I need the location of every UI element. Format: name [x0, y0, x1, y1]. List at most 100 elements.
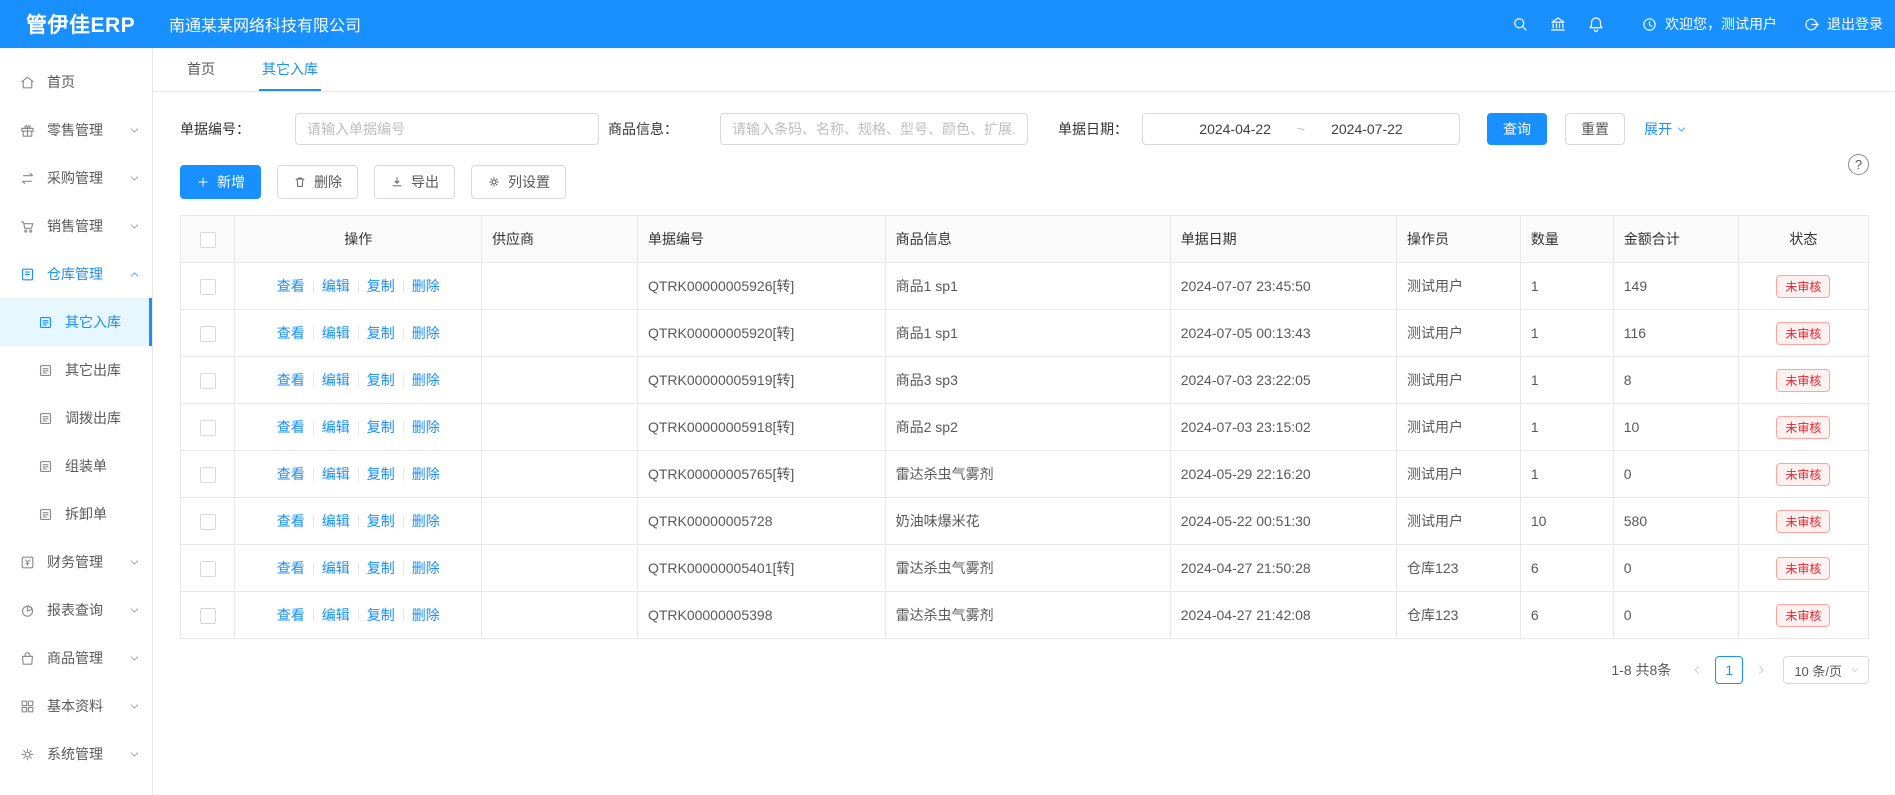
- row-checkbox[interactable]: [200, 279, 216, 295]
- expand-label: 展开: [1644, 119, 1672, 139]
- action-delete-link[interactable]: 删除: [412, 560, 440, 576]
- sidebar-item-label: 采购管理: [47, 168, 103, 188]
- chevron-down-icon: [129, 749, 140, 760]
- date-range-picker[interactable]: 2024-04-22 ~ 2024-07-22: [1142, 113, 1460, 145]
- action-edit-link[interactable]: 编辑: [322, 419, 350, 435]
- logout-button[interactable]: 退出登录: [1803, 14, 1883, 34]
- select-all-checkbox[interactable]: [200, 232, 216, 248]
- action-view-link[interactable]: 查看: [277, 278, 305, 294]
- action-edit-link[interactable]: 编辑: [322, 372, 350, 388]
- action-view-link[interactable]: 查看: [277, 607, 305, 623]
- cell-amount: 0: [1613, 451, 1738, 498]
- delete-button[interactable]: 删除: [277, 165, 358, 199]
- cell-product: 奶油味爆米花: [885, 498, 1170, 545]
- sidebar-item-transfer-out[interactable]: 调拨出库: [0, 394, 152, 442]
- sidebar-item-finance[interactable]: 财务管理: [0, 538, 152, 586]
- action-delete-link[interactable]: 删除: [412, 372, 440, 388]
- sidebar-item-purchase[interactable]: 采购管理: [0, 154, 152, 202]
- action-copy-link[interactable]: 复制: [367, 278, 395, 294]
- action-delete-link[interactable]: 删除: [412, 325, 440, 341]
- action-edit-link[interactable]: 编辑: [322, 466, 350, 482]
- column-header: 操作员: [1397, 216, 1521, 263]
- cell-supplier: [482, 404, 638, 451]
- action-view-link[interactable]: 查看: [277, 325, 305, 341]
- add-button[interactable]: 新增: [180, 165, 261, 199]
- action-separator: [313, 280, 314, 293]
- action-copy-link[interactable]: 复制: [367, 513, 395, 529]
- action-delete-link[interactable]: 删除: [412, 466, 440, 482]
- action-view-link[interactable]: 查看: [277, 513, 305, 529]
- platform-icon[interactable]: [1539, 15, 1577, 33]
- expand-link[interactable]: 展开: [1644, 119, 1687, 139]
- action-edit-link[interactable]: 编辑: [322, 513, 350, 529]
- action-edit-link[interactable]: 编辑: [322, 560, 350, 576]
- bill-no-input[interactable]: [295, 113, 599, 145]
- column-settings-button[interactable]: 列设置: [471, 165, 566, 199]
- tab-home[interactable]: 首页: [184, 48, 218, 91]
- sidebar-item-products[interactable]: 商品管理: [0, 634, 152, 682]
- cell-qty: 6: [1520, 592, 1613, 639]
- action-view-link[interactable]: 查看: [277, 372, 305, 388]
- row-checkbox[interactable]: [200, 326, 216, 342]
- row-checkbox[interactable]: [200, 420, 216, 436]
- action-edit-link[interactable]: 编辑: [322, 278, 350, 294]
- welcome-text: 欢迎您，测试用户: [1665, 14, 1777, 34]
- export-button-label: 导出: [411, 172, 439, 192]
- page-size-select[interactable]: 10 条/页: [1783, 656, 1869, 684]
- search-icon[interactable]: [1501, 15, 1539, 33]
- action-copy-link[interactable]: 复制: [367, 560, 395, 576]
- sidebar-item-other-outbound[interactable]: 其它出库: [0, 346, 152, 394]
- action-separator: [313, 421, 314, 434]
- table-header-row: 操作供应商单据编号商品信息单据日期操作员数量金额合计状态: [181, 216, 1869, 263]
- tab-other-inbound[interactable]: 其它入库: [259, 48, 321, 91]
- action-copy-link[interactable]: 复制: [367, 372, 395, 388]
- action-delete-link[interactable]: 删除: [412, 607, 440, 623]
- action-view-link[interactable]: 查看: [277, 466, 305, 482]
- action-view-link[interactable]: 查看: [277, 419, 305, 435]
- sidebar-item-sales[interactable]: 销售管理: [0, 202, 152, 250]
- sidebar-item-assembly[interactable]: 组装单: [0, 442, 152, 490]
- export-button[interactable]: 导出: [374, 165, 455, 199]
- action-delete-link[interactable]: 删除: [412, 419, 440, 435]
- cell-bill-no: QTRK00000005401[转]: [637, 545, 885, 592]
- action-separator: [403, 468, 404, 481]
- sidebar-item-disassembly[interactable]: 拆卸单: [0, 490, 152, 538]
- sidebar-item-retail[interactable]: 零售管理: [0, 106, 152, 154]
- action-copy-link[interactable]: 复制: [367, 607, 395, 623]
- sidebar-item-reports[interactable]: 报表查询: [0, 586, 152, 634]
- action-delete-link[interactable]: 删除: [412, 513, 440, 529]
- chevron-left-icon[interactable]: [1685, 664, 1709, 676]
- search-button[interactable]: 查询: [1487, 113, 1547, 145]
- help-icon[interactable]: ?: [1848, 154, 1869, 175]
- action-view-link[interactable]: 查看: [277, 560, 305, 576]
- action-delete-link[interactable]: 删除: [412, 278, 440, 294]
- chevron-right-icon[interactable]: [1749, 664, 1773, 676]
- action-copy-link[interactable]: 复制: [367, 466, 395, 482]
- row-checkbox[interactable]: [200, 514, 216, 530]
- row-checkbox[interactable]: [200, 467, 216, 483]
- logout-label: 退出登录: [1827, 14, 1883, 34]
- sidebar-item-system[interactable]: 系统管理: [0, 730, 152, 778]
- row-checkbox[interactable]: [200, 561, 216, 577]
- column-settings-label: 列设置: [508, 172, 550, 192]
- row-checkbox[interactable]: [200, 608, 216, 624]
- reset-button[interactable]: 重置: [1565, 113, 1625, 145]
- sidebar-item-other-inbound[interactable]: 其它入库: [0, 298, 152, 346]
- action-separator: [313, 374, 314, 387]
- sidebar-item-basic-data[interactable]: 基本资料: [0, 682, 152, 730]
- row-actions: 查看 编辑 复制 删除: [235, 451, 482, 498]
- cart-icon: [19, 218, 36, 235]
- welcome-user[interactable]: 欢迎您，测试用户: [1641, 14, 1777, 34]
- action-edit-link[interactable]: 编辑: [322, 607, 350, 623]
- sidebar-item-home[interactable]: 首页: [0, 58, 152, 106]
- action-edit-link[interactable]: 编辑: [322, 325, 350, 341]
- product-info-input[interactable]: [720, 113, 1028, 145]
- row-checkbox[interactable]: [200, 373, 216, 389]
- action-copy-link[interactable]: 复制: [367, 419, 395, 435]
- notification-bell-icon[interactable]: [1577, 15, 1615, 33]
- cell-amount: 8: [1613, 357, 1738, 404]
- bill-no-label: 单据编号：: [180, 119, 250, 139]
- page-number-button[interactable]: 1: [1715, 656, 1743, 684]
- action-copy-link[interactable]: 复制: [367, 325, 395, 341]
- sidebar-item-warehouse[interactable]: 仓库管理: [0, 250, 152, 298]
